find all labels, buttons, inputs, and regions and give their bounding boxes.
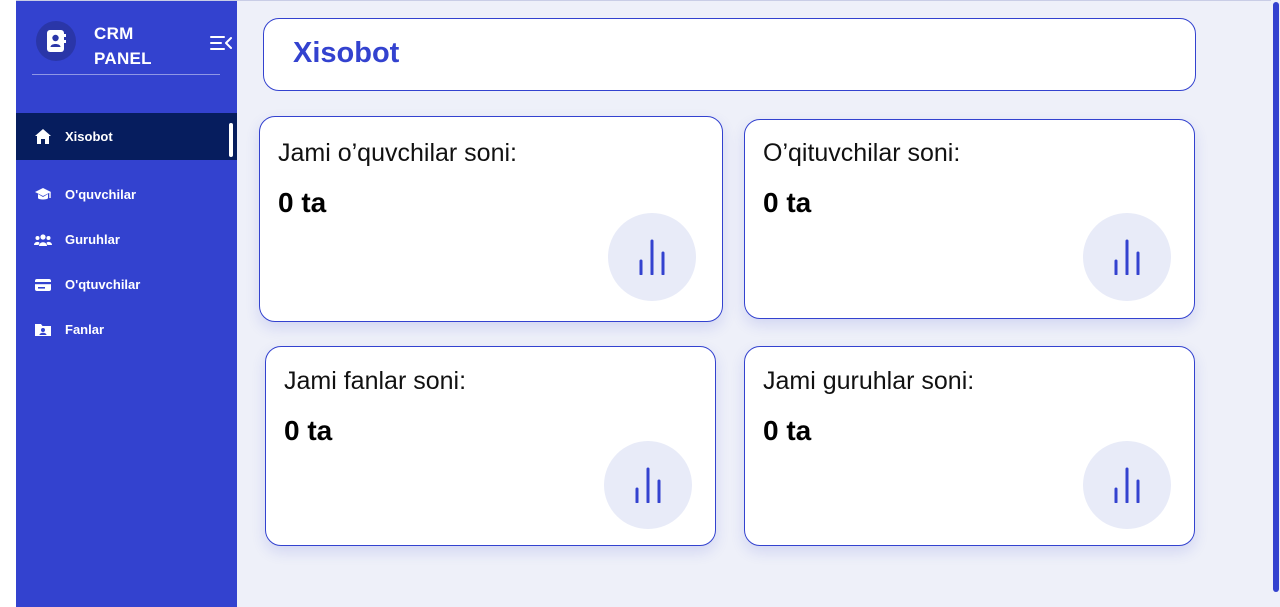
sidebar-item-guruhlar[interactable]: Guruhlar [16, 217, 237, 262]
home-icon [34, 128, 52, 146]
left-gutter [0, 0, 16, 607]
stat-label: O’qituvchilar soni: [763, 139, 961, 167]
page-header: Xisobot [263, 18, 1196, 91]
sidebar-nav: Xisobot O'quvchilar Guruhlar O'qtuvchila… [16, 113, 237, 352]
sidebar-item-xisobot[interactable]: Xisobot [16, 113, 237, 160]
sidebar-item-label: Fanlar [65, 322, 105, 337]
stat-value: 0 ta [763, 415, 812, 446]
sidebar-item-oqtuvchilar[interactable]: O'qtuvchilar [16, 262, 237, 307]
sidebar-item-fanlar[interactable]: Fanlar [16, 307, 237, 352]
users-group-icon [34, 231, 52, 249]
page-title: Xisobot [293, 37, 400, 69]
brand-title: CRM PANEL [94, 21, 152, 71]
stat-label: Jami guruhlar soni: [763, 367, 975, 395]
contact-folder-icon [34, 321, 52, 339]
bar-chart-icon [608, 213, 696, 301]
bar-chart-icon [604, 441, 692, 529]
bar-chart-icon [1083, 441, 1171, 529]
stat-value: 0 ta [763, 187, 812, 218]
sidebar-item-label: O'qtuvchilar [65, 277, 141, 292]
stat-label: Jami o’quvchilar soni: [278, 139, 517, 167]
stat-value: 0 ta [278, 187, 327, 218]
graduation-cap-icon [34, 186, 52, 204]
brand-line-1: CRM [94, 24, 134, 43]
contact-book-icon [36, 21, 76, 61]
sidebar-item-label: Guruhlar [65, 232, 120, 247]
id-card-icon [34, 276, 52, 294]
stat-label: Jami fanlar soni: [284, 367, 467, 395]
stat-card-subjects: Jami fanlar soni: 0 ta [265, 346, 716, 546]
sidebar-item-label: Xisobot [65, 129, 113, 144]
brand-line-2: PANEL [94, 49, 152, 68]
sidebar: CRM PANEL Xisobot O'quvchilar Guruhlar O… [16, 1, 237, 607]
stat-value: 0 ta [284, 415, 333, 446]
brand: CRM PANEL [32, 15, 232, 75]
stat-card-students: Jami o’quvchilar soni: 0 ta [259, 116, 723, 322]
scrollbar[interactable] [1271, 0, 1280, 607]
bar-chart-icon [1083, 213, 1171, 301]
app-window: CRM PANEL Xisobot O'quvchilar Guruhlar O… [0, 0, 1280, 607]
sidebar-item-label: O'quvchilar [65, 187, 136, 202]
stat-card-teachers: O’qituvchilar soni: 0 ta [744, 119, 1195, 319]
stat-card-groups: Jami guruhlar soni: 0 ta [744, 346, 1195, 546]
sidebar-item-oquvchilar[interactable]: O'quvchilar [16, 172, 237, 217]
scrollbar-thumb[interactable] [1273, 2, 1279, 592]
collapse-menu-icon[interactable] [208, 31, 234, 55]
